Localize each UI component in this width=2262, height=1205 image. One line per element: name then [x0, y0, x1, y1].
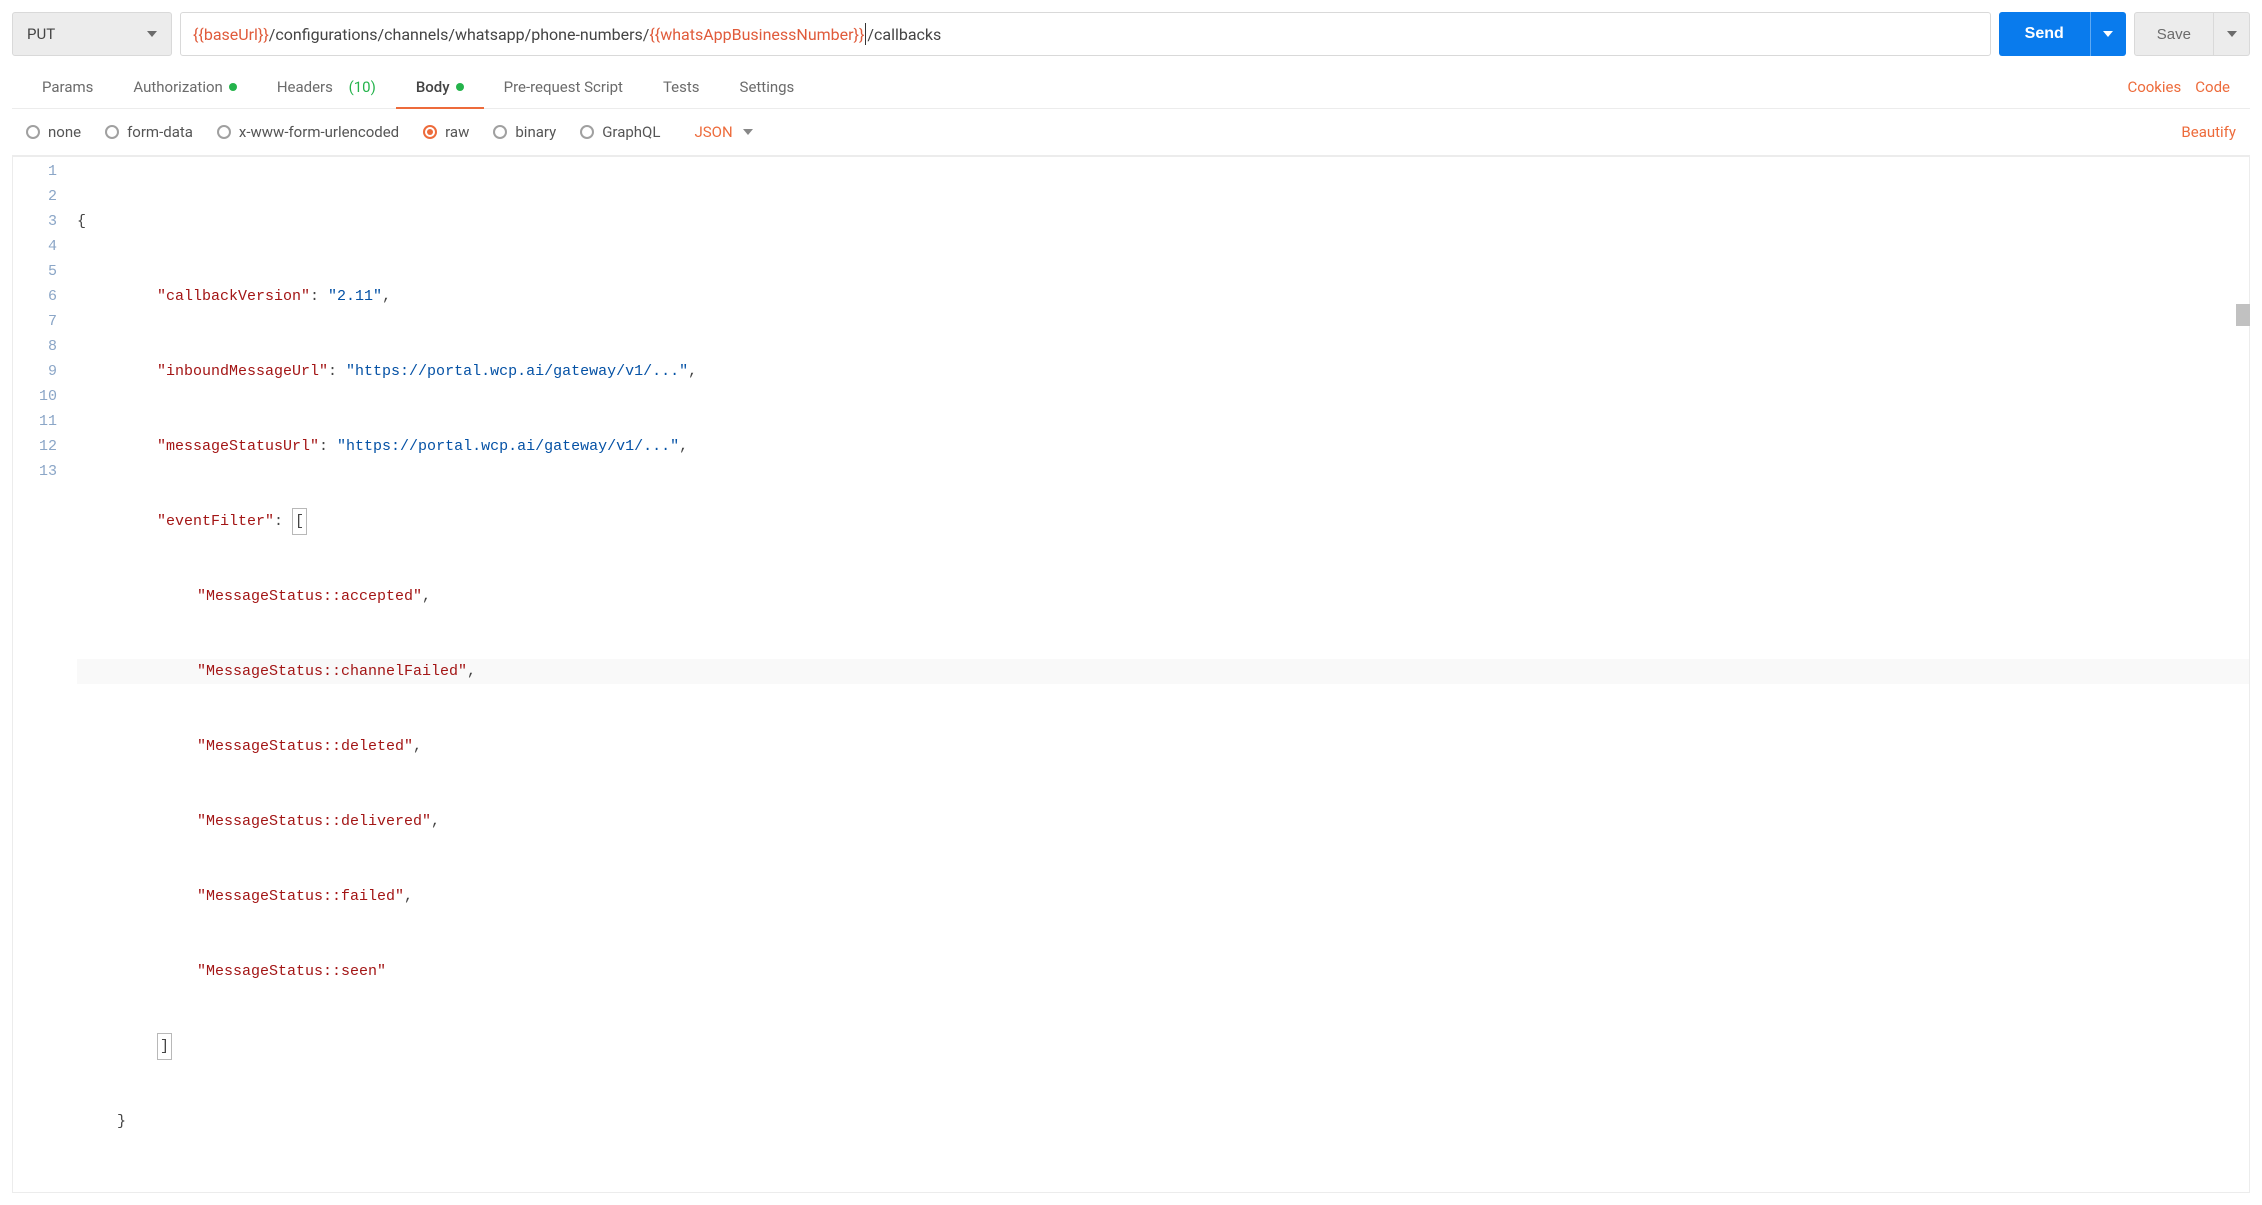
radio-icon [580, 125, 594, 139]
url-variable: {{whatsAppBusinessNumber}} [649, 25, 864, 44]
caret-down-icon [2227, 31, 2237, 37]
body-type-graphql[interactable]: GraphQL [580, 123, 660, 141]
url-path: /callbacks [867, 25, 941, 44]
caret-down-icon [743, 129, 753, 135]
radio-selected-icon [423, 125, 437, 139]
save-options-button[interactable] [2214, 12, 2250, 56]
body-type-none[interactable]: none [26, 123, 81, 141]
request-url-input[interactable]: {{baseUrl}} /configurations/channels/wha… [180, 12, 1991, 56]
indicator-dot-icon [229, 83, 237, 91]
request-tabs: Params Authorization Headers (10) Body P… [12, 66, 2250, 109]
save-button[interactable]: Save [2134, 12, 2214, 56]
body-type-formdata[interactable]: form-data [105, 123, 193, 141]
body-type-raw[interactable]: raw [423, 123, 469, 141]
tab-headers[interactable]: Headers (10) [257, 66, 396, 108]
headers-count: (10) [349, 78, 376, 96]
send-button[interactable]: Send [1999, 12, 2090, 56]
tab-body[interactable]: Body [396, 66, 484, 108]
code-content[interactable]: { "callbackVersion": "2.11", "inboundMes… [69, 157, 2249, 1192]
body-editor[interactable]: 12345678910111213 { "callbackVersion": "… [12, 156, 2250, 1193]
scrollbar-thumb[interactable] [2236, 304, 2250, 326]
send-options-button[interactable] [2090, 12, 2126, 56]
radio-icon [217, 125, 231, 139]
text-cursor [865, 23, 866, 45]
url-path: /configurations/channels/whatsapp/phone-… [269, 25, 650, 44]
body-subtype-bar: none form-data x-www-form-urlencoded raw… [12, 109, 2250, 156]
radio-icon [493, 125, 507, 139]
http-method-value: PUT [27, 25, 55, 43]
body-type-binary[interactable]: binary [493, 123, 556, 141]
line-gutter: 12345678910111213 [13, 157, 69, 1192]
caret-down-icon [2103, 31, 2113, 37]
caret-down-icon [147, 31, 157, 37]
cookies-link[interactable]: Cookies [2127, 78, 2181, 96]
tab-params[interactable]: Params [22, 66, 113, 108]
tab-settings[interactable]: Settings [720, 66, 815, 108]
radio-icon [105, 125, 119, 139]
tab-tests[interactable]: Tests [643, 66, 720, 108]
url-variable: {{baseUrl}} [193, 25, 269, 44]
tab-prerequest[interactable]: Pre-request Script [484, 66, 643, 108]
radio-icon [26, 125, 40, 139]
http-method-select[interactable]: PUT [12, 12, 172, 56]
request-bar: PUT {{baseUrl}} /configurations/channels… [12, 12, 2250, 56]
raw-language-select[interactable]: JSON [694, 123, 752, 141]
tab-authorization[interactable]: Authorization [113, 66, 256, 108]
indicator-dot-icon [456, 83, 464, 91]
beautify-link[interactable]: Beautify [2181, 123, 2236, 141]
code-link[interactable]: Code [2195, 78, 2230, 96]
body-type-xwww[interactable]: x-www-form-urlencoded [217, 123, 399, 141]
